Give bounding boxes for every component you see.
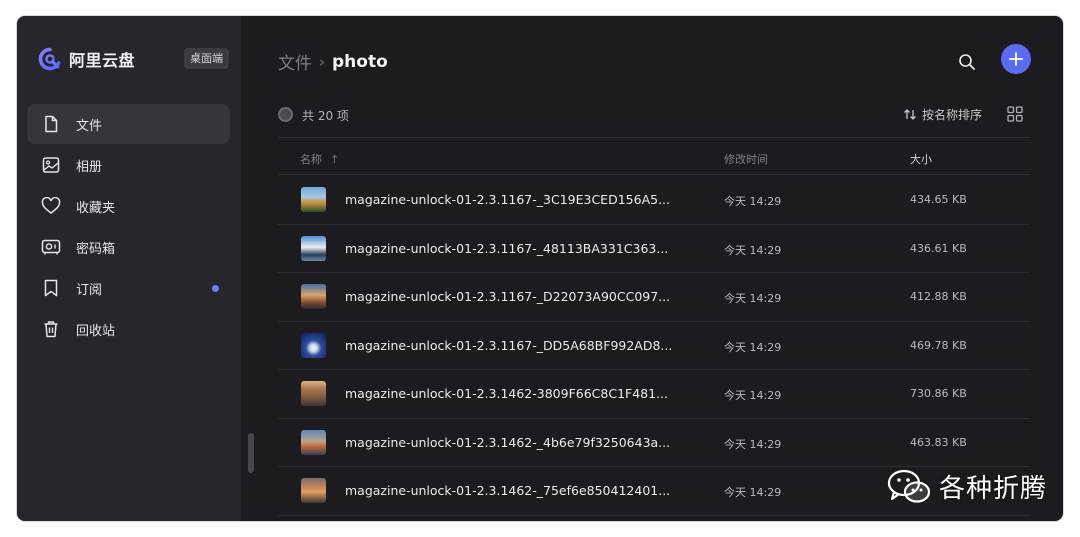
desktop-badge: 桌面端 xyxy=(184,48,229,69)
file-size: 463.83 KB xyxy=(910,435,967,449)
wechat-watermark: 各种折腾 xyxy=(887,468,1047,505)
file-modified: 今天 14:29 xyxy=(724,195,782,208)
file-size: 730.86 KB xyxy=(910,387,967,400)
bookmark-icon xyxy=(41,278,61,298)
file-modified: 今天 14:29 xyxy=(724,437,782,451)
file-name: magazine-unlock-01-2.3.1462-3809F66C8C1F… xyxy=(345,386,669,401)
plus-icon xyxy=(1009,52,1023,66)
breadcrumb: 文件 › photo xyxy=(278,49,388,75)
select-all-checkbox[interactable] xyxy=(278,107,293,122)
sort-icon xyxy=(904,109,916,120)
table-header: 名称 ↑ 修改时间 大小 xyxy=(278,137,1030,175)
breadcrumb-separator: › xyxy=(319,52,325,71)
sidebar-item-label: 回收站 xyxy=(76,323,116,339)
file-name: magazine-unlock-01-2.3.1167-_3C19E3CED15… xyxy=(345,192,670,207)
brand-name: 阿里云盘 xyxy=(69,51,136,70)
sort-label: 按名称排序 xyxy=(921,108,982,122)
file-icon xyxy=(41,114,61,134)
image-thumbnail xyxy=(301,478,326,503)
file-name: magazine-unlock-01-2.3.1167-_48113BA331C… xyxy=(345,240,669,256)
file-size: 436.61 KB xyxy=(910,241,967,255)
breadcrumb-root[interactable]: 文件 xyxy=(278,49,312,74)
breadcrumb-current: photo xyxy=(332,51,388,72)
table-row[interactable]: magazine-unlock-01-2.3.1167-_48113BA331C… xyxy=(278,225,1030,273)
search-button[interactable] xyxy=(954,49,980,75)
app-window: 阿里云盘 桌面端 文件 相册 收藏夹 密码箱 订阅 回收站 文件 › photo… xyxy=(17,16,1063,521)
brand: 阿里云盘 xyxy=(38,47,135,71)
aliyun-drive-logo-icon xyxy=(38,47,61,71)
column-header-modified[interactable]: 修改时间 xyxy=(724,151,768,167)
main-panel: 文件 › photo 共 20 项 按名称排序 名称 ↑ 修改时间 大小 mag… xyxy=(241,16,1063,521)
watermark-text: 各种折腾 xyxy=(939,474,1048,504)
table-row[interactable]: magazine-unlock-01-2.3.1462-_4b6e79f3250… xyxy=(278,419,1030,467)
add-button[interactable] xyxy=(1001,44,1031,74)
column-header-name[interactable]: 名称 ↑ xyxy=(300,151,339,167)
notification-dot xyxy=(212,285,219,292)
column-header-size[interactable]: 大小 xyxy=(910,151,932,167)
file-name: magazine-unlock-01-2.3.1462-_4b6e79f3250… xyxy=(345,434,671,450)
image-thumbnail xyxy=(301,381,326,406)
image-thumbnail xyxy=(301,332,326,358)
table-row[interactable]: magazine-unlock-01-2.3.1167-_DD5A68BF992… xyxy=(278,322,1030,370)
file-size: 434.65 KB xyxy=(910,193,967,206)
table-row[interactable]: magazine-unlock-01-2.3.1167-_D22073A90CC… xyxy=(278,273,1030,322)
sidebar-item-albums[interactable]: 相册 xyxy=(27,145,230,185)
safe-box-icon xyxy=(41,237,61,257)
image-thumbnail xyxy=(301,235,326,261)
file-list: magazine-unlock-01-2.3.1167-_3C19E3CED15… xyxy=(278,176,1030,516)
trash-icon xyxy=(41,319,61,339)
file-modified: 今天 14:29 xyxy=(724,486,782,499)
column-name-label: 名称 xyxy=(300,153,322,166)
image-thumbnail xyxy=(301,284,326,309)
table-row[interactable]: magazine-unlock-01-2.3.1167-_3C19E3CED15… xyxy=(278,176,1030,225)
file-size: 469.78 KB xyxy=(910,338,967,352)
sidebar-item-password-safe[interactable]: 密码箱 xyxy=(27,227,230,267)
file-modified: 今天 14:29 xyxy=(724,243,782,257)
sidebar-item-files[interactable]: 文件 xyxy=(27,104,230,144)
sidebar-item-label: 文件 xyxy=(76,118,103,134)
image-thumbnail xyxy=(301,187,326,212)
sidebar-nav: 文件 相册 收藏夹 密码箱 订阅 回收站 xyxy=(27,104,230,350)
heart-icon xyxy=(41,196,61,216)
list-toolbar: 共 20 项 按名称排序 xyxy=(278,103,1028,127)
image-thumbnail xyxy=(301,429,326,455)
file-modified: 今天 14:29 xyxy=(724,292,782,305)
sidebar-item-trash[interactable]: 回收站 xyxy=(27,309,230,349)
table-row[interactable]: magazine-unlock-01-2.3.1462-3809F66C8C1F… xyxy=(278,370,1030,419)
sidebar: 阿里云盘 桌面端 文件 相册 收藏夹 密码箱 订阅 回收站 xyxy=(17,16,254,521)
file-name: magazine-unlock-01-2.3.1462-_75ef6e85041… xyxy=(345,483,671,498)
sort-button[interactable]: 按名称排序 xyxy=(903,106,982,123)
sidebar-item-label: 订阅 xyxy=(76,282,103,298)
photo-album-icon xyxy=(41,155,61,175)
sidebar-item-subscriptions[interactable]: 订阅 xyxy=(27,268,230,308)
file-modified: 今天 14:29 xyxy=(724,340,782,354)
file-modified: 今天 14:29 xyxy=(724,389,782,402)
item-count: 共 20 项 xyxy=(302,109,349,123)
wechat-icon xyxy=(887,469,931,503)
grid-view-icon[interactable] xyxy=(1006,105,1024,123)
sidebar-item-favorites[interactable]: 收藏夹 xyxy=(27,186,230,226)
search-icon xyxy=(959,54,975,70)
file-name: magazine-unlock-01-2.3.1167-_D22073A90CC… xyxy=(345,289,671,304)
sort-arrow-icon: ↑ xyxy=(330,153,340,166)
file-size: 412.88 KB xyxy=(910,290,967,303)
file-name: magazine-unlock-01-2.3.1167-_DD5A68BF992… xyxy=(345,337,673,353)
sidebar-item-label: 密码箱 xyxy=(76,241,116,257)
sidebar-item-label: 收藏夹 xyxy=(76,200,116,216)
sidebar-item-label: 相册 xyxy=(76,159,103,175)
